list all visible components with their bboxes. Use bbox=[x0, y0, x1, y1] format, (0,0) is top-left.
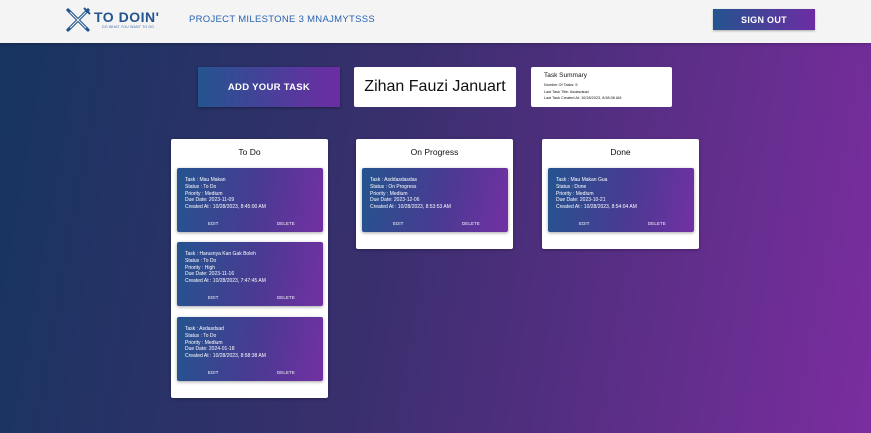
task-created-at: Created At : 10/28/2023, 8:45:00 AM bbox=[185, 204, 266, 211]
logo-tagline: DO WHAT YOU WANT TO DO bbox=[102, 25, 155, 29]
task-priority: Priority : Medium bbox=[185, 339, 223, 346]
task-priority: Priority : High bbox=[185, 264, 216, 271]
task-created-at: Created At : 10/28/2023, 7:47:45 AM bbox=[185, 278, 266, 285]
task-name: Task : Harusnya Kan Gak Boleh bbox=[185, 251, 256, 257]
edit-button[interactable]: EDIT bbox=[208, 295, 219, 300]
task-created-at: Created At : 10/28/2023, 8:54:04 AM bbox=[556, 204, 637, 211]
task-name: Task : Asdasdsad bbox=[185, 326, 224, 332]
add-task-button[interactable]: ADD YOUR TASK bbox=[198, 67, 340, 107]
task-priority: Priority : Medium bbox=[370, 190, 408, 197]
top-navbar: TO DOIN' DO WHAT YOU WANT TO DO PROJECT … bbox=[0, 0, 871, 43]
task-name: Task : Mau Makan Gua bbox=[556, 177, 608, 183]
task-card: Task : Mau Makan Gua Status : Done Prior… bbox=[548, 168, 694, 232]
logo-cross-icon bbox=[66, 7, 91, 32]
task-due-date: Due Date: 2023-12-06 bbox=[370, 197, 420, 204]
edit-button[interactable]: EDIT bbox=[208, 370, 219, 375]
task-created-at: Created At : 10/28/2023, 8:58:38 AM bbox=[185, 353, 266, 360]
column-title: On Progress bbox=[410, 147, 459, 157]
delete-button[interactable]: DELETE bbox=[277, 295, 295, 300]
project-title: PROJECT MILESTONE 3 MNAJMYTSSS bbox=[189, 14, 376, 25]
user-name: Zihan Fauzi Januart bbox=[364, 78, 506, 95]
task-due-date: Due Date: 2023-11-09 bbox=[185, 197, 235, 204]
edit-button[interactable]: EDIT bbox=[579, 221, 590, 226]
delete-button[interactable]: DELETE bbox=[462, 221, 480, 226]
delete-button[interactable]: DELETE bbox=[648, 221, 666, 226]
column-on-progress: On Progress Task : Asddasdasdas Status :… bbox=[356, 139, 513, 249]
task-card: Task : Asdasdsad Status : To Do Priority… bbox=[177, 317, 323, 381]
task-name: Task : Asddasdasdas bbox=[370, 177, 417, 183]
task-priority: Priority : Medium bbox=[556, 190, 594, 197]
task-status: Status : To Do bbox=[185, 257, 217, 264]
task-card: Task : Asddasdasdas Status : On Progress… bbox=[362, 168, 508, 232]
task-due-date: Due Date: 2023-11-16 bbox=[185, 271, 235, 278]
task-status: Status : To Do bbox=[185, 183, 217, 190]
task-card: Task : Harusnya Kan Gak Boleh Status : T… bbox=[177, 242, 323, 306]
column-title: Done bbox=[610, 147, 631, 157]
task-summary-card: Task Summary Number Of Tasks: 5 Last Tas… bbox=[531, 67, 672, 107]
task-name: Task : Mau Makan bbox=[185, 177, 226, 183]
delete-button[interactable]: DELETE bbox=[277, 221, 295, 226]
task-created-at: Created At : 10/28/2023, 8:53:53 AM bbox=[370, 204, 451, 211]
edit-button[interactable]: EDIT bbox=[393, 221, 404, 226]
app-logo[interactable]: TO DOIN' DO WHAT YOU WANT TO DO bbox=[64, 6, 174, 34]
summary-title: Task Summary bbox=[544, 72, 587, 79]
column-done: Done Task : Mau Makan Gua Status : Done … bbox=[542, 139, 699, 249]
task-due-date: Due Date: 2023-10-21 bbox=[556, 197, 606, 204]
edit-button[interactable]: EDIT bbox=[208, 221, 219, 226]
column-to-do: To Do Task : Mau Makan Status : To Do Pr… bbox=[171, 139, 328, 398]
task-due-date: Due Date: 2024-01-18 bbox=[185, 346, 235, 353]
logo-text: TO DOIN' bbox=[94, 9, 160, 25]
task-card: Task : Mau Makan Status : To Do Priority… bbox=[177, 168, 323, 232]
task-status: Status : On Progress bbox=[370, 183, 417, 190]
delete-button[interactable]: DELETE bbox=[277, 370, 295, 375]
sign-out-button[interactable]: SIGN OUT bbox=[713, 9, 815, 30]
column-title: To Do bbox=[238, 147, 261, 157]
task-status: Status : Done bbox=[556, 183, 587, 190]
task-status: Status : To Do bbox=[185, 332, 217, 339]
task-priority: Priority : Medium bbox=[185, 190, 223, 197]
summary-last-created: Last Task Created At: 10/28/2023, 8:58:3… bbox=[544, 96, 622, 100]
user-name-card: Zihan Fauzi Januart bbox=[354, 67, 516, 107]
